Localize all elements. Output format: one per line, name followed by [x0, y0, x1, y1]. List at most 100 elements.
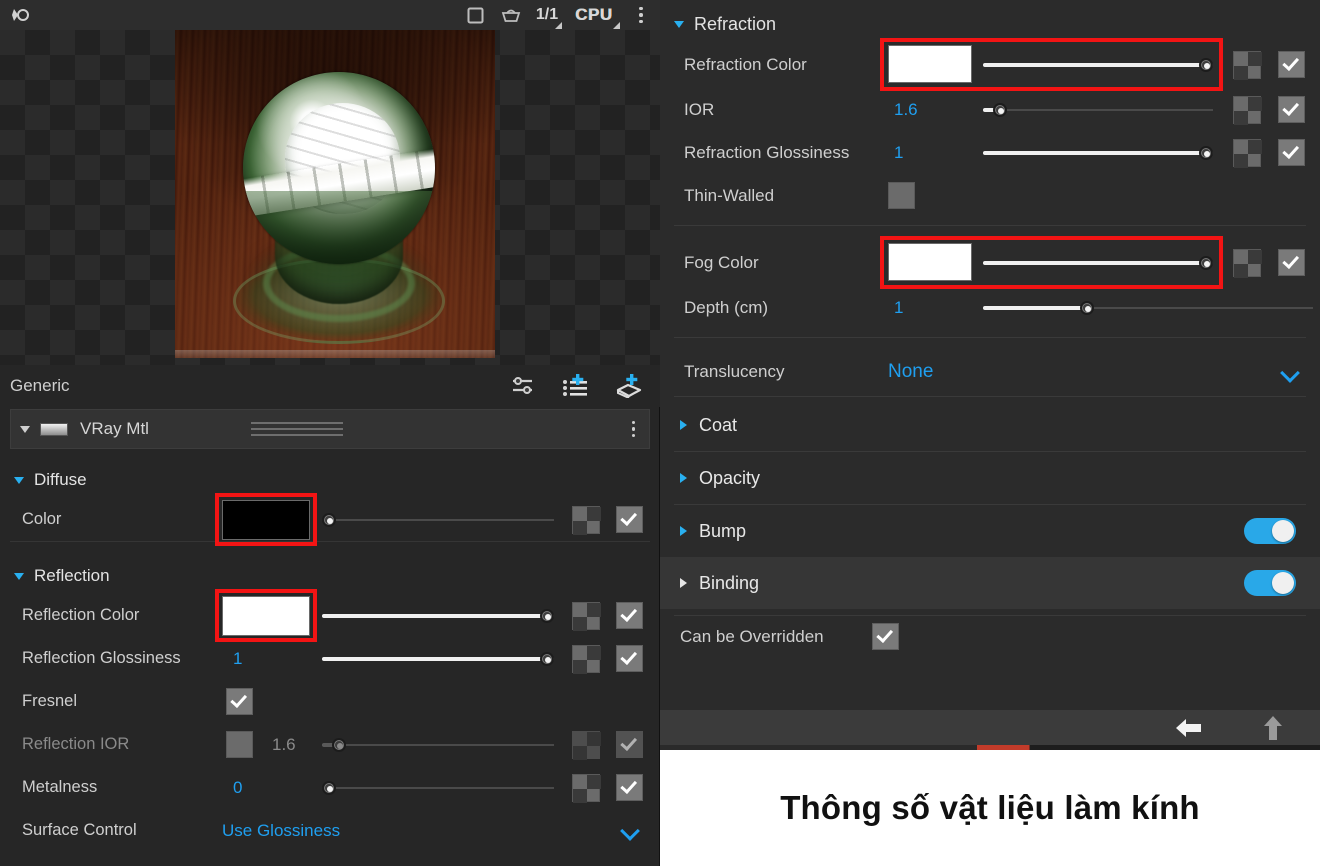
thin-walled-checkbox[interactable] [888, 182, 915, 209]
section-title: Bump [699, 521, 746, 542]
refraction-glossiness-enable-checkbox[interactable] [1278, 139, 1305, 166]
row-label: Refraction Color [684, 55, 807, 75]
more-options-icon[interactable] [630, 4, 652, 26]
row-reflection-ior: Reflection IOR 1.6 [0, 723, 660, 766]
reflection-ior-lock-box[interactable] [226, 731, 253, 758]
teapot-icon[interactable] [500, 4, 522, 26]
section-header-opacity[interactable]: Opacity [660, 452, 1320, 504]
frame-icon[interactable] [464, 4, 486, 26]
section-header-binding[interactable]: Binding [660, 557, 1320, 609]
expand-triangle-icon[interactable] [680, 420, 687, 430]
reflection-ior-slider[interactable] [322, 738, 554, 752]
collapse-triangle-icon[interactable] [674, 21, 684, 28]
fog-texture-button[interactable] [1233, 249, 1261, 277]
kebab-menu-icon[interactable] [632, 421, 636, 438]
bump-toggle[interactable] [1244, 518, 1296, 544]
fog-enable-checkbox[interactable] [1278, 249, 1305, 276]
fresnel-checkbox[interactable] [226, 688, 253, 715]
row-ior: IOR 1.6 [660, 88, 1320, 131]
preview-toolbar: 1/1 CPU [0, 0, 660, 30]
refraction-texture-button[interactable] [1233, 51, 1261, 79]
ior-value[interactable]: 1.6 [894, 100, 918, 120]
section-header-reflection[interactable]: Reflection [0, 558, 660, 594]
row-label: Reflection Glossiness [22, 649, 181, 668]
refraction-glossiness-slider[interactable] [983, 146, 1213, 160]
back-arrow-icon[interactable] [1174, 717, 1204, 744]
add-material-icon[interactable] [562, 374, 589, 398]
ior-enable-checkbox[interactable] [1278, 96, 1305, 123]
reflection-enable-checkbox[interactable] [616, 602, 643, 629]
reflection-glossiness-enable-checkbox[interactable] [616, 645, 643, 672]
fog-color-swatch[interactable] [888, 243, 972, 281]
collapse-triangle-icon[interactable] [14, 477, 24, 484]
surface-control-value[interactable]: Use Glossiness [222, 821, 340, 841]
row-label: Translucency [684, 362, 784, 382]
expand-triangle-icon[interactable] [680, 526, 687, 536]
section-header-coat[interactable]: Coat [660, 399, 1320, 451]
material-preview-render [175, 30, 495, 358]
section-header-diffuse[interactable]: Diffuse [0, 462, 660, 498]
expand-triangle-icon[interactable] [20, 426, 30, 433]
ior-texture-button[interactable] [1233, 96, 1261, 124]
row-label: Can be Overridden [680, 627, 824, 647]
vray-logo-icon[interactable] [10, 4, 32, 26]
reflection-glossiness-value[interactable]: 1 [233, 649, 242, 669]
reflection-ior-value[interactable]: 1.6 [272, 735, 296, 755]
cpu-icon[interactable]: CPU [572, 4, 616, 26]
chevron-down-icon[interactable] [622, 821, 639, 838]
resolution-icon[interactable]: 1/1 [536, 4, 558, 26]
material-preview-area[interactable] [0, 30, 660, 365]
reflection-color-swatch[interactable] [222, 596, 310, 636]
row-refraction-color: Refraction Color [660, 42, 1320, 88]
material-swatch[interactable] [40, 423, 68, 436]
material-type-label: Generic [10, 376, 70, 396]
chevron-down-icon[interactable] [1282, 363, 1299, 380]
reflection-glossiness-slider[interactable] [322, 652, 554, 666]
cpu-label: CPU [575, 5, 612, 25]
section-title: Binding [699, 573, 759, 594]
expand-triangle-icon[interactable] [680, 578, 687, 588]
reflection-texture-button[interactable] [572, 602, 600, 630]
metalness-texture-button[interactable] [572, 774, 600, 802]
reflection-color-slider[interactable] [322, 609, 554, 623]
refraction-glossiness-texture-button[interactable] [1233, 139, 1261, 167]
depth-slider[interactable] [983, 301, 1313, 315]
metalness-enable-checkbox[interactable] [616, 774, 643, 801]
preview-horizon [175, 350, 495, 358]
reflection-ior-enable-checkbox[interactable] [616, 731, 643, 758]
up-arrow-icon[interactable] [1262, 715, 1284, 746]
material-node-row[interactable]: VRay Mtl [10, 409, 650, 449]
refraction-enable-checkbox[interactable] [1278, 51, 1305, 78]
section-title: Coat [699, 415, 737, 436]
ior-slider[interactable] [983, 103, 1213, 117]
material-editor-right-panel: Refraction Refraction Color IOR 1.6 [660, 0, 1320, 750]
refraction-color-slider[interactable] [983, 58, 1213, 72]
diffuse-enable-checkbox[interactable] [616, 506, 643, 533]
reflection-glossiness-texture-button[interactable] [572, 645, 600, 673]
diffuse-texture-button[interactable] [572, 506, 600, 534]
right-panel-footer [660, 710, 1320, 750]
metalness-value[interactable]: 0 [233, 778, 242, 798]
import-material-icon[interactable] [615, 374, 642, 398]
refraction-color-swatch[interactable] [888, 45, 972, 83]
override-group: Can be Overridden [660, 614, 1320, 660]
row-diffuse-color: Color [0, 498, 660, 541]
metalness-slider[interactable] [322, 781, 554, 795]
row-label: Color [22, 510, 61, 529]
can-be-overridden-checkbox[interactable] [872, 623, 899, 650]
refraction-glossiness-value[interactable]: 1 [894, 143, 903, 163]
material-settings-icon[interactable] [511, 375, 536, 397]
collapse-triangle-icon[interactable] [14, 573, 24, 580]
section-header-bump[interactable]: Bump [660, 505, 1320, 557]
diffuse-color-swatch[interactable] [222, 500, 310, 540]
depth-value[interactable]: 1 [894, 298, 903, 318]
diffuse-color-slider[interactable] [322, 513, 554, 527]
section-header-refraction[interactable]: Refraction [660, 6, 1320, 42]
binding-toggle[interactable] [1244, 570, 1296, 596]
collapsed-sections: Coat Opacity Bump Binding [660, 399, 1320, 616]
translucency-value[interactable]: None [888, 361, 933, 383]
expand-triangle-icon[interactable] [680, 473, 687, 483]
fog-color-slider[interactable] [983, 256, 1213, 270]
reflection-ior-texture-button[interactable] [572, 731, 600, 759]
dropdown-corner-icon [555, 22, 562, 29]
